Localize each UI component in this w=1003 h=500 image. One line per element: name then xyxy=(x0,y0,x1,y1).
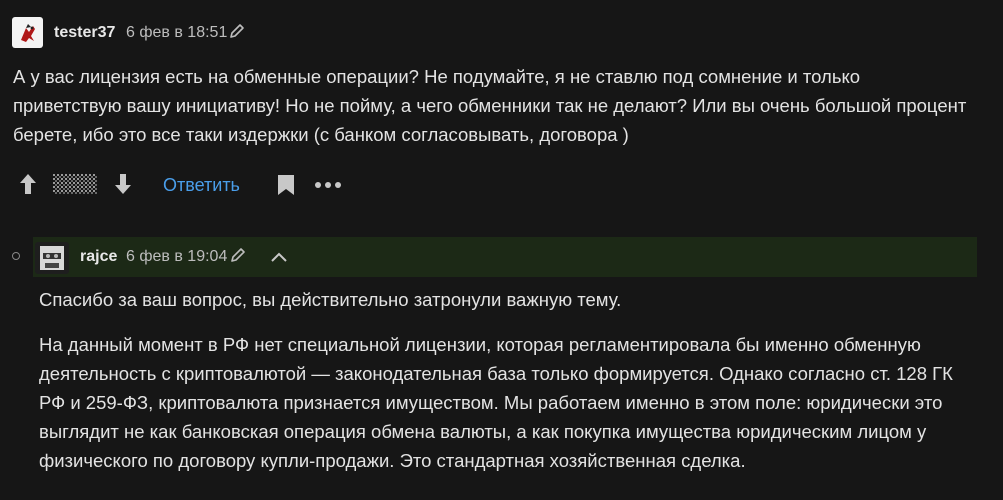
edited-icon xyxy=(228,22,246,45)
more-icon[interactable] xyxy=(314,178,342,197)
reply-paragraph: Спасибо за ваш вопрос, вы действительно … xyxy=(39,289,622,310)
comment-author[interactable]: tester37 xyxy=(54,24,115,42)
comment-body: А у вас лицензия есть на обменные операц… xyxy=(13,66,967,145)
avatar-icon xyxy=(20,23,35,42)
chevron-up-icon[interactable] xyxy=(270,250,288,269)
thread-collapse-dot[interactable] xyxy=(12,252,20,260)
bookmark-icon[interactable] xyxy=(276,173,296,202)
arrow-up-icon[interactable] xyxy=(17,172,39,201)
reply-paragraph: На данный момент в РФ нет специальной ли… xyxy=(39,334,953,471)
rating-hidden-icon xyxy=(53,174,97,199)
edited-icon xyxy=(229,246,247,269)
comment-timestamp[interactable]: 6 фев в 18:51 xyxy=(126,24,227,42)
avatar[interactable] xyxy=(12,17,43,48)
reply-timestamp[interactable]: 6 фев в 19:04 xyxy=(126,248,227,266)
avatar-icon xyxy=(40,246,64,270)
reply-button[interactable]: Ответить xyxy=(163,175,240,196)
avatar[interactable] xyxy=(35,242,69,274)
arrow-down-icon[interactable] xyxy=(112,172,134,201)
reply-author[interactable]: rajce xyxy=(80,248,117,266)
